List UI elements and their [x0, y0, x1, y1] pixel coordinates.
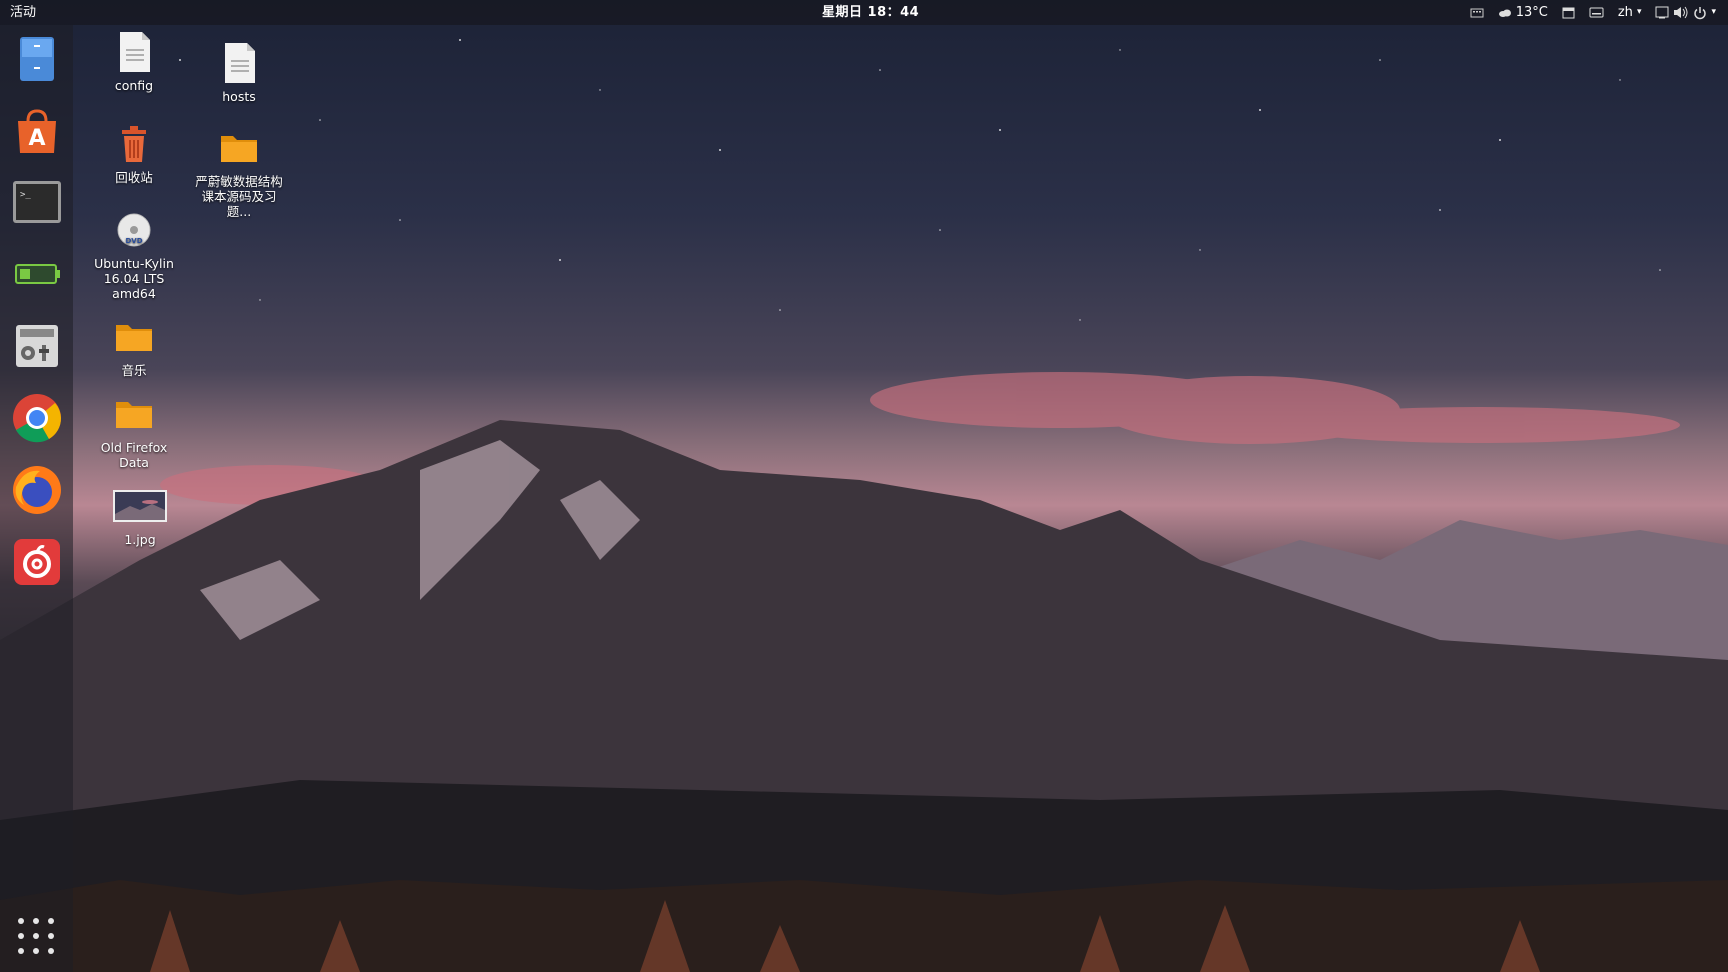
folder-icon	[116, 402, 152, 428]
desktop-icon-music-folder[interactable]: 音乐	[84, 315, 184, 378]
desktop-icon-ds-source-folder[interactable]: 严蔚敏数据结构课本源码及习题...	[189, 126, 289, 219]
chevron-down-icon: ▾	[1711, 7, 1716, 17]
netease-music-icon	[14, 539, 60, 585]
weather-temperature: 13°C	[1515, 5, 1548, 20]
cloud-icon	[1498, 9, 1511, 17]
text-file-icon	[120, 32, 150, 72]
desktop-icon-label: config	[114, 78, 154, 93]
desktop-icon-hosts[interactable]: hosts	[189, 41, 289, 104]
keyboard-icon	[1470, 8, 1484, 17]
desktop-icon-ubuntu-kylin-dvd[interactable]: DVD Ubuntu-Kylin 16.04 LTS amd64	[84, 208, 184, 301]
calendar-indicator[interactable]	[1562, 6, 1575, 19]
input-indicator[interactable]	[1589, 7, 1604, 18]
system-settings-icon	[16, 325, 58, 367]
desktop-icon-label: Ubuntu-Kylin 16.04 LTS amd64	[94, 256, 174, 301]
system-tray: 13°C zh ▾ ▾	[1470, 0, 1716, 25]
svg-text:A: A	[28, 126, 45, 151]
system-monitor-icon	[15, 264, 60, 284]
chevron-down-icon: ▾	[1636, 7, 1642, 17]
firefox-icon	[13, 466, 61, 514]
chrome-icon	[13, 394, 62, 443]
svg-text:>_: >_	[20, 190, 31, 200]
dock-terminal[interactable]: >_	[10, 175, 64, 229]
dvd-icon: DVD	[117, 213, 151, 247]
desktop-icon-config[interactable]: config	[84, 30, 184, 93]
show-applications-button[interactable]	[15, 915, 57, 957]
desktop-icon-1jpg[interactable]: 1.jpg	[90, 484, 190, 547]
file-manager-icon	[20, 37, 54, 81]
dock-settings[interactable]	[10, 319, 64, 373]
keyboard-layout-icon	[1589, 7, 1604, 18]
image-thumbnail-icon	[113, 490, 167, 522]
ubuntu-software-icon: A	[18, 109, 56, 153]
system-menu[interactable]: ▾	[1655, 0, 1716, 25]
weather-indicator[interactable]: 13°C	[1498, 0, 1548, 25]
desktop-icon-label: Old Firefox Data	[100, 440, 168, 470]
folder-icon	[116, 325, 152, 351]
dock-files[interactable]	[10, 31, 64, 85]
desktop-icon-label: 回收站	[115, 170, 153, 185]
language-label: zh	[1617, 5, 1633, 20]
terminal-icon: >_	[13, 181, 61, 223]
svg-text:DVD: DVD	[125, 237, 142, 245]
dock-firefox[interactable]	[10, 463, 64, 517]
desktop-icon-old-firefox-data[interactable]: Old Firefox Data	[84, 392, 184, 470]
clock[interactable]: 星期日 18：44	[822, 0, 919, 25]
trash-icon	[122, 126, 146, 162]
desktop-icon-label: 1.jpg	[124, 532, 156, 547]
dock-system-monitor[interactable]	[10, 247, 64, 301]
language-indicator[interactable]: zh ▾	[1618, 0, 1642, 25]
desktop-icon-trash[interactable]: 回收站	[84, 122, 184, 185]
screen-icon	[1655, 6, 1669, 19]
desktop-icon-label: 音乐	[121, 363, 147, 378]
folder-icon	[221, 136, 257, 162]
power-icon	[1694, 6, 1707, 19]
desktop-icon-label: 严蔚敏数据结构课本源码及习题...	[195, 174, 283, 219]
dock: A >_	[0, 25, 73, 972]
apps-grid-icon	[18, 918, 54, 954]
dock-software-center[interactable]: A	[10, 103, 64, 157]
volume-icon	[1674, 6, 1688, 19]
activities-button[interactable]: 活动	[10, 0, 36, 25]
text-file-icon	[225, 43, 255, 83]
calendar-icon	[1562, 7, 1575, 19]
keyboard-indicator[interactable]	[1470, 7, 1484, 19]
top-panel: 活动 星期日 18：44 13°C zh ▾ ▾	[0, 0, 1728, 25]
dock-chrome[interactable]	[10, 391, 64, 445]
dock-netease-music[interactable]	[10, 535, 64, 589]
desktop-icon-label: hosts	[222, 89, 256, 104]
